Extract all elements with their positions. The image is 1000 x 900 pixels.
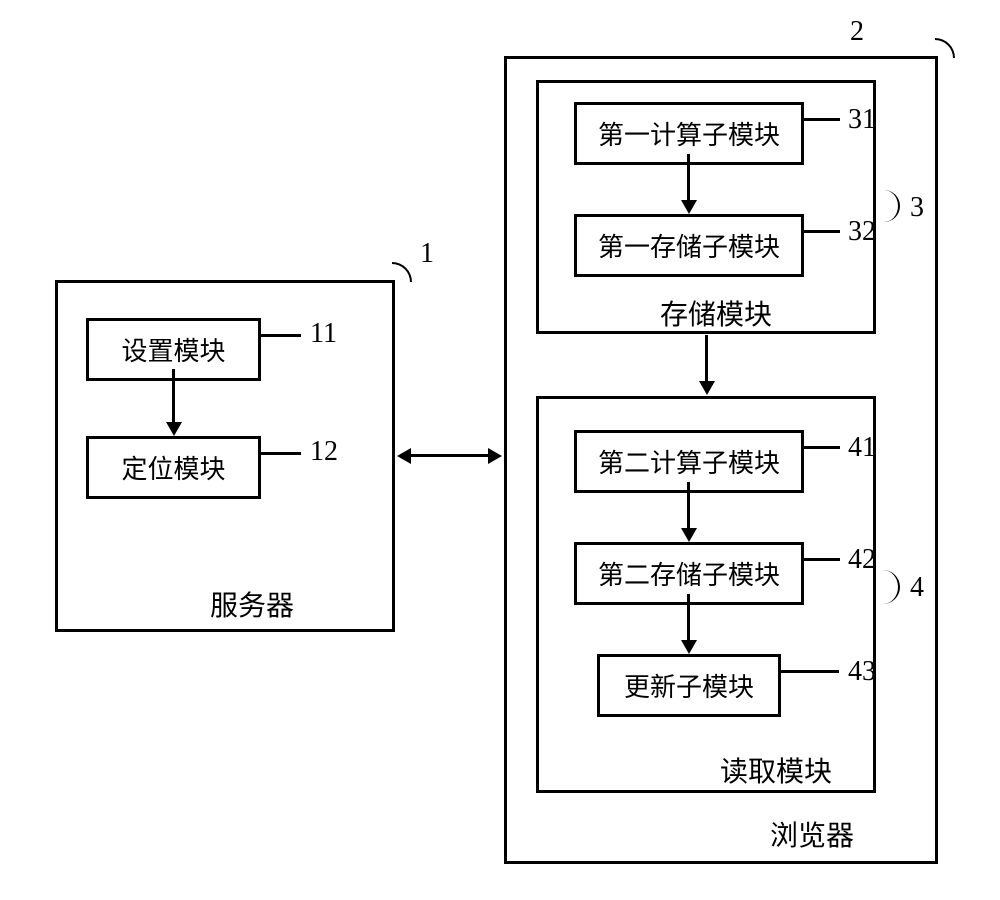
read-sub3-label: 更新子模块 <box>624 673 754 702</box>
arrow-3-4 <box>705 335 708 383</box>
read-sub2-num: 42 <box>848 544 876 576</box>
locate-num-line <box>261 452 301 455</box>
read-sub2-line <box>804 558 840 561</box>
bidir-line <box>410 454 490 457</box>
settings-num-line <box>261 334 301 337</box>
storage-sub2-label: 第一存储子模块 <box>598 233 780 262</box>
storage-sub2-line <box>804 230 840 233</box>
storage-sub1-label: 第一计算子模块 <box>598 121 780 150</box>
bidir-head-left <box>397 448 411 464</box>
locate-num: 12 <box>310 436 338 468</box>
read-num: 4 <box>910 572 924 604</box>
storage-sub2-num: 32 <box>848 216 876 248</box>
locate-module: 定位模块 <box>86 436 261 499</box>
arrow-41-42 <box>687 482 690 530</box>
locate-label: 定位模块 <box>121 455 225 484</box>
settings-label: 设置模块 <box>121 337 225 366</box>
diagram-canvas: 服务器 1 设置模块 11 定位模块 12 浏览器 2 存储模块 3 第一计算子… <box>0 0 1000 900</box>
read-sub3: 更新子模块 <box>597 654 781 717</box>
arrow-31-32-head <box>681 200 697 214</box>
storage-sub1-line <box>804 118 840 121</box>
read-sub1-line <box>804 446 840 449</box>
server-num: 1 <box>420 238 434 270</box>
read-title: 读取模块 <box>720 750 832 790</box>
read-sub1-label: 第二计算子模块 <box>598 449 780 478</box>
read-sub3-num: 43 <box>848 656 876 688</box>
arrow-11-12-head <box>166 422 182 436</box>
browser-title: 浏览器 <box>770 814 854 854</box>
arrow-3-4-head <box>699 381 715 395</box>
arrow-41-42-head <box>681 528 697 542</box>
arrow-31-32 <box>687 154 690 202</box>
server-title: 服务器 <box>210 584 294 624</box>
server-num-hook <box>392 262 412 282</box>
browser-num-hook <box>935 38 955 58</box>
read-sub2-label: 第二存储子模块 <box>598 561 780 590</box>
arrow-42-43 <box>687 594 690 642</box>
read-sub3-line <box>781 670 839 673</box>
storage-sub1-num: 31 <box>848 104 876 136</box>
browser-num: 2 <box>850 16 864 48</box>
storage-num: 3 <box>910 192 924 224</box>
read-sub1-num: 41 <box>848 432 876 464</box>
storage-title: 存储模块 <box>660 293 772 333</box>
bidir-head-right <box>488 448 502 464</box>
storage-sub2: 第一存储子模块 <box>574 214 804 277</box>
settings-num: 11 <box>310 318 337 350</box>
arrow-11-12 <box>172 369 175 424</box>
arrow-42-43-head <box>681 640 697 654</box>
